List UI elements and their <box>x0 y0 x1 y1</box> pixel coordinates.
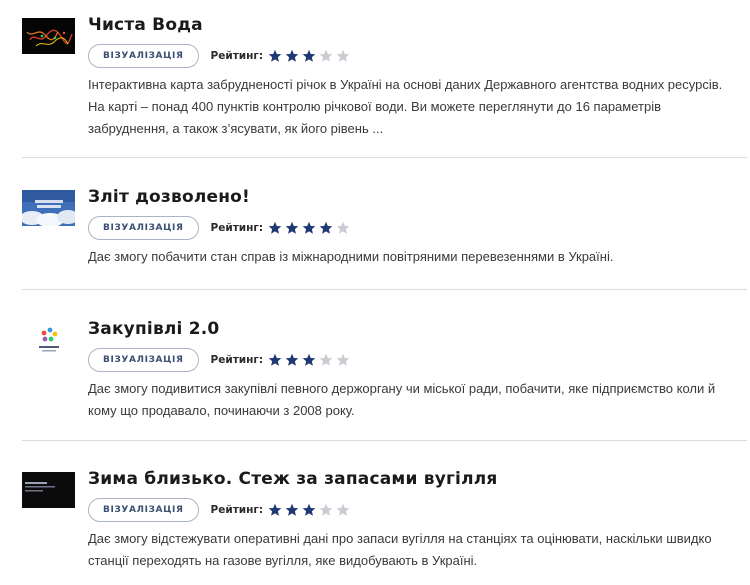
project-meta: ВІЗУАЛІЗАЦІЯ Рейтинг: <box>88 44 353 68</box>
star-filled-icon <box>268 49 282 62</box>
star-filled-icon <box>268 221 282 234</box>
rating-stars <box>268 221 353 235</box>
star-empty-icon <box>319 49 333 62</box>
category-tag[interactable]: ВІЗУАЛІЗАЦІЯ <box>88 216 199 240</box>
project-thumbnail[interactable] <box>22 190 75 226</box>
star-filled-icon <box>268 503 282 516</box>
rating-stars <box>268 49 353 63</box>
project-title[interactable]: Чиста Вода <box>88 15 203 35</box>
category-tag[interactable]: ВІЗУАЛІЗАЦІЯ <box>88 498 199 522</box>
project-thumbnail[interactable] <box>22 472 75 508</box>
project-thumbnail[interactable] <box>22 322 75 358</box>
project-description: Дає змогу відстежувати оперативні дані п… <box>88 531 712 568</box>
star-empty-icon <box>319 353 333 366</box>
project-description: Дає змогу подивитися закупівлі певного д… <box>88 381 716 418</box>
star-filled-icon <box>285 503 299 516</box>
star-filled-icon <box>302 353 316 366</box>
divider <box>22 157 747 158</box>
star-empty-icon <box>319 503 333 516</box>
project-description: Дає змогу побачити стан справ із міжнаро… <box>88 249 614 264</box>
rating-stars <box>268 353 353 367</box>
star-empty-icon <box>336 221 350 234</box>
star-empty-icon <box>336 353 350 366</box>
star-filled-icon <box>302 221 316 234</box>
project-meta: ВІЗУАЛІЗАЦІЯ Рейтинг: <box>88 498 353 522</box>
star-filled-icon <box>319 221 333 234</box>
project-thumbnail[interactable] <box>22 18 75 54</box>
star-empty-icon <box>336 503 350 516</box>
project-title[interactable]: Закупівлі 2.0 <box>88 319 219 339</box>
category-tag[interactable]: ВІЗУАЛІЗАЦІЯ <box>88 44 199 68</box>
project-meta: ВІЗУАЛІЗАЦІЯ Рейтинг: <box>88 348 353 372</box>
rating-stars <box>268 503 353 517</box>
star-filled-icon <box>285 221 299 234</box>
project-title[interactable]: Зима близько. Стеж за запасами вугілля <box>88 469 498 489</box>
project-list: Чиста Вода ВІЗУАЛІЗАЦІЯ Рейтинг: Інтерак… <box>0 0 750 585</box>
star-filled-icon <box>268 353 282 366</box>
rating-label: Рейтинг: <box>210 504 264 516</box>
rating-label: Рейтинг: <box>210 354 264 366</box>
rating-label: Рейтинг: <box>210 222 264 234</box>
star-filled-icon <box>302 49 316 62</box>
star-filled-icon <box>302 503 316 516</box>
star-empty-icon <box>336 49 350 62</box>
project-description: Інтерактивна карта забрудненості річок в… <box>88 77 723 136</box>
star-filled-icon <box>285 353 299 366</box>
category-tag[interactable]: ВІЗУАЛІЗАЦІЯ <box>88 348 199 372</box>
rating-label: Рейтинг: <box>210 50 264 62</box>
divider <box>22 289 747 290</box>
project-meta: ВІЗУАЛІЗАЦІЯ Рейтинг: <box>88 216 353 240</box>
project-title[interactable]: Зліт дозволено! <box>88 187 250 207</box>
star-filled-icon <box>285 49 299 62</box>
divider <box>22 440 747 441</box>
